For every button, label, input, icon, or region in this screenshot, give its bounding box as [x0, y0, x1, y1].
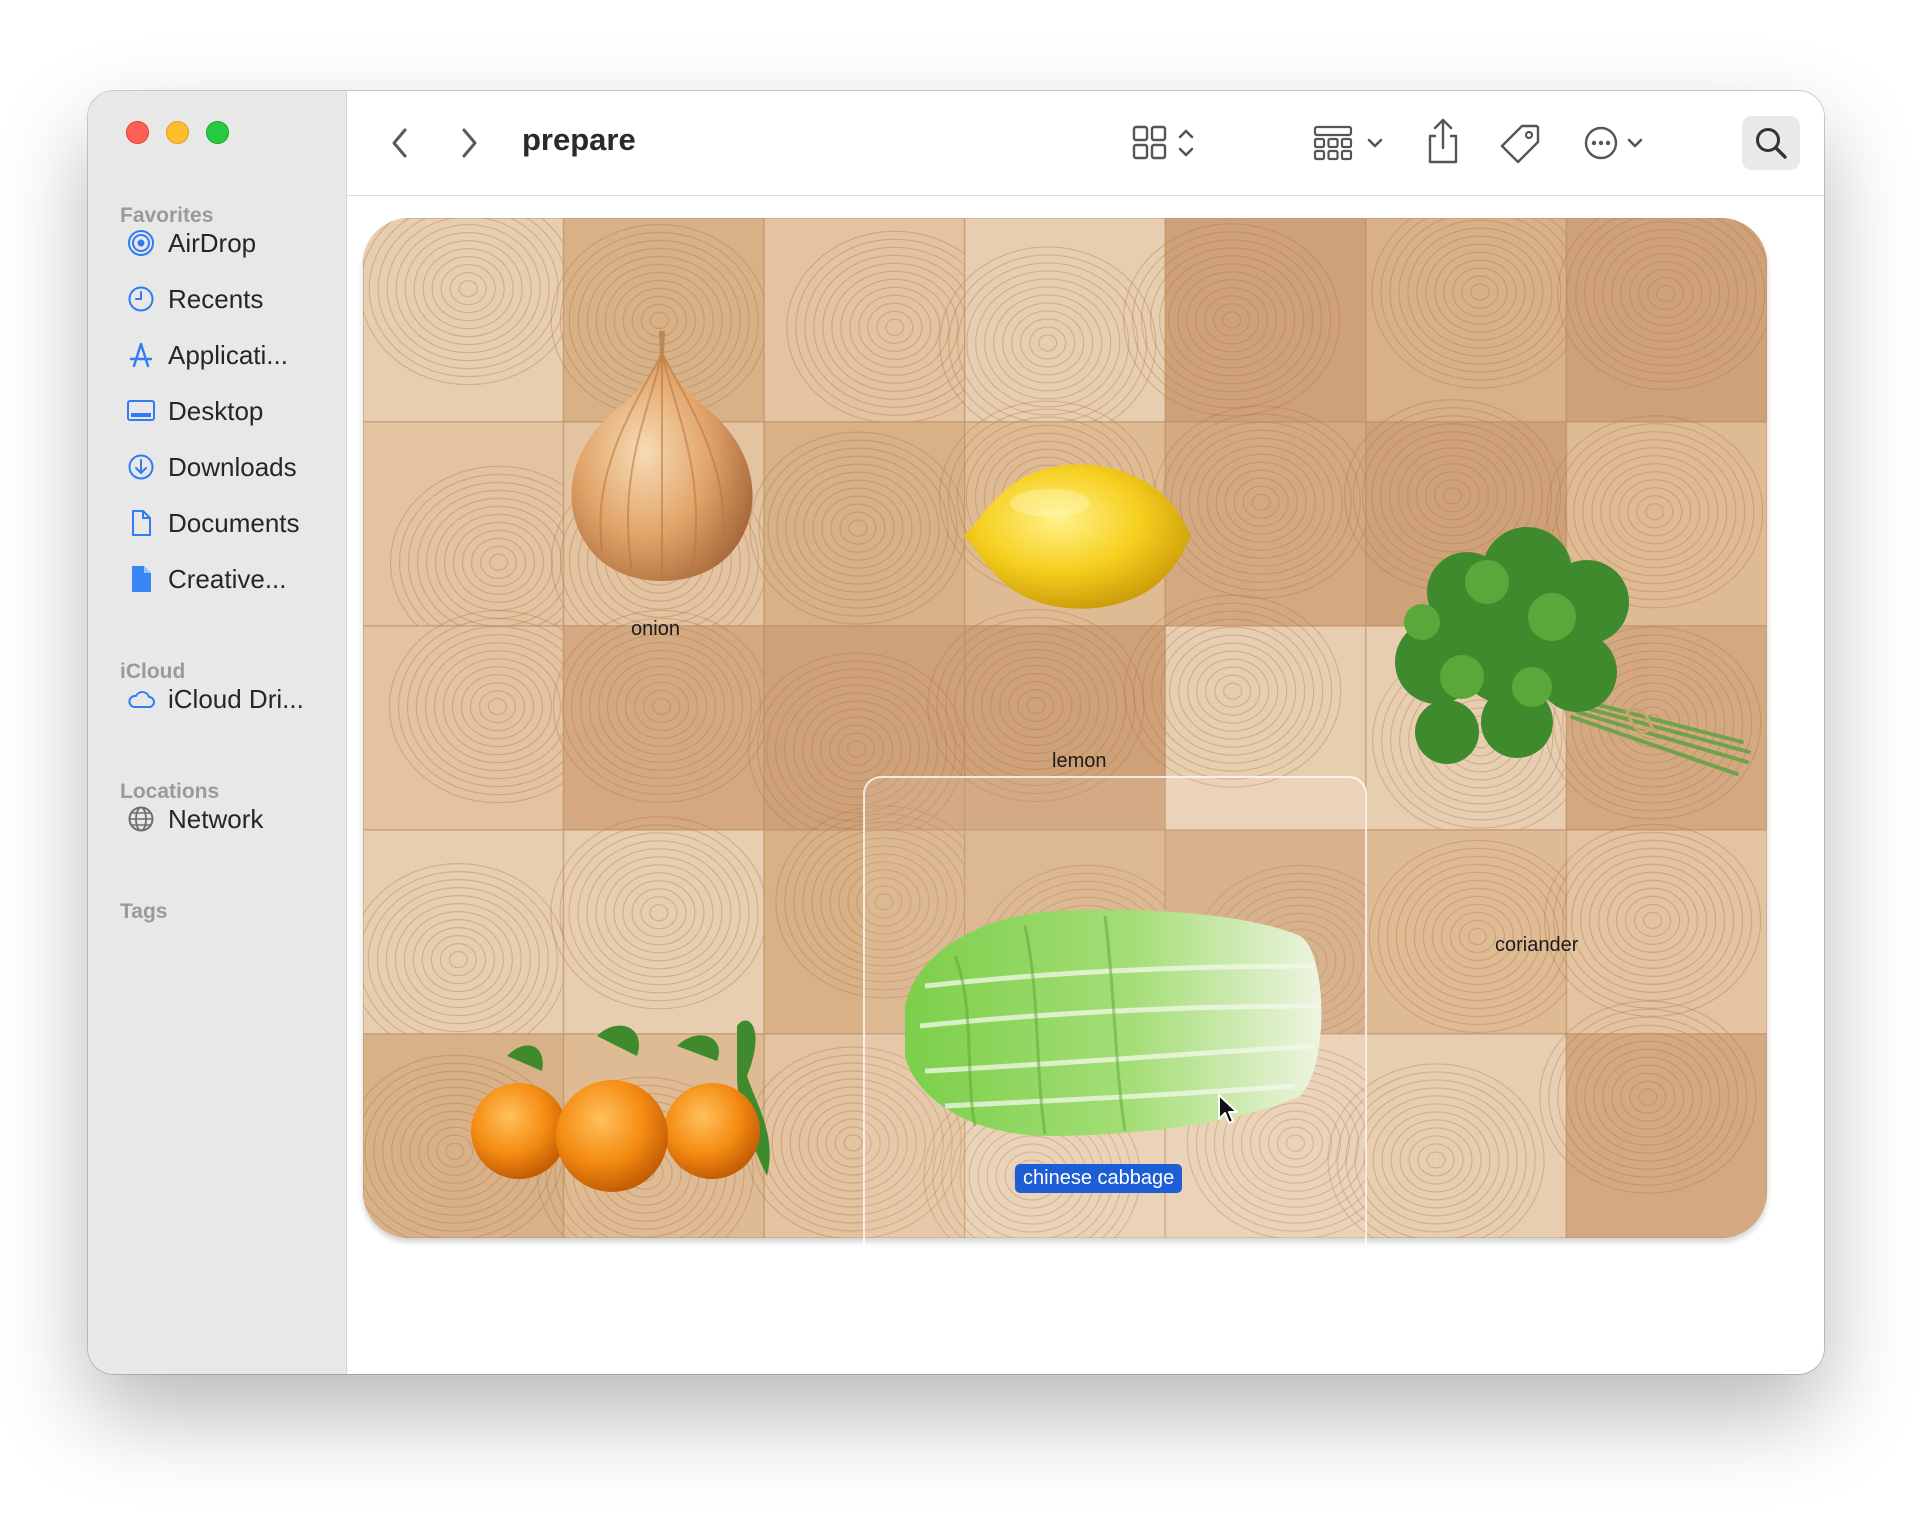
view-mode-button[interactable] — [1132, 121, 1200, 165]
more-actions-button[interactable] — [1583, 121, 1653, 165]
onion-icon — [571, 331, 753, 581]
sidebar-item-label: Documents — [168, 507, 300, 538]
desktop-icon — [127, 400, 155, 421]
file-item-tangerine[interactable]: tangerine — [447, 1016, 787, 1374]
share-button[interactable] — [1423, 115, 1463, 169]
sidebar-item-documents[interactable]: Documents — [126, 503, 300, 543]
sidebar-item-label: Network — [168, 803, 264, 834]
file-label-coriander: coriander — [1495, 934, 1579, 956]
sidebar-item-airdrop[interactable]: AirDrop — [126, 223, 256, 263]
file-label-chinese-cabbage: chinese cabbage — [1015, 1164, 1183, 1193]
sidebar-item-label: Desktop — [168, 395, 264, 426]
tangerine-icon — [471, 1020, 770, 1192]
file-icon — [132, 566, 151, 592]
cursor-arrow-icon — [1218, 1094, 1238, 1124]
sidebar: Favorites AirDrop Recents Applicati... D… — [88, 91, 347, 1374]
file-item-onion[interactable]: onion — [547, 326, 777, 746]
sidebar-item-network[interactable]: Network — [126, 799, 263, 839]
group-icon — [1313, 125, 1383, 161]
forward-button[interactable] — [454, 125, 484, 161]
document-icon — [132, 510, 151, 536]
cabbage-icon — [905, 909, 1322, 1136]
file-item-coriander[interactable]: coriander — [1377, 512, 1757, 956]
close-button[interactable] — [126, 121, 149, 144]
sidebar-item-downloads[interactable]: Downloads — [126, 447, 297, 487]
share-icon — [1428, 118, 1458, 164]
sidebar-item-creative[interactable]: Creative... — [126, 559, 287, 599]
file-content-area[interactable]: onion lemon coriander chinese cabbage — [347, 196, 1824, 1374]
chevron-left-icon — [392, 128, 407, 158]
ellipsis-circle-icon — [1584, 126, 1643, 160]
zoom-button[interactable] — [206, 121, 229, 144]
applications-icon — [129, 342, 153, 368]
globe-icon — [128, 806, 154, 832]
toolbar: prepare — [347, 91, 1824, 196]
airdrop-icon — [128, 230, 154, 256]
sidebar-item-label: AirDrop — [168, 227, 257, 258]
search-button[interactable] — [1742, 116, 1800, 170]
tag-button[interactable] — [1499, 121, 1543, 165]
cloud-icon — [128, 691, 155, 708]
sidebar-heading-tags[interactable]: Tags — [120, 900, 167, 924]
coriander-icon — [1395, 527, 1751, 776]
sidebar-item-recents[interactable]: Recents — [126, 279, 263, 319]
sidebar-item-label: Recents — [168, 283, 264, 314]
back-button[interactable] — [385, 125, 415, 161]
search-icon — [1756, 128, 1787, 159]
minimize-button[interactable] — [166, 121, 189, 144]
sidebar-item-icloud-drive[interactable]: iCloud Dri... — [126, 679, 304, 719]
download-icon — [128, 454, 154, 480]
sidebar-item-desktop[interactable]: Desktop — [126, 391, 263, 431]
sidebar-item-label: Applicati... — [168, 339, 288, 370]
clock-icon — [128, 286, 154, 312]
sidebar-item-label: Creative... — [168, 563, 287, 594]
sidebar-item-label: iCloud Dri... — [168, 683, 304, 714]
window-title: prepare — [522, 122, 636, 157]
file-item-chinese-cabbage[interactable]: chinese cabbage — [895, 896, 1335, 1316]
lemon-icon — [963, 464, 1191, 609]
group-button[interactable] — [1313, 121, 1389, 165]
icon-view-icon — [1132, 125, 1194, 160]
file-label-onion: onion — [631, 618, 680, 640]
mouse-cursor — [1217, 1093, 1241, 1132]
sidebar-item-applications[interactable]: Applicati... — [126, 335, 288, 375]
finder-window: Favorites AirDrop Recents Applicati... D… — [88, 91, 1824, 1374]
sidebar-item-label: Downloads — [168, 451, 297, 482]
tag-icon — [1500, 124, 1540, 164]
chevron-right-icon — [462, 128, 477, 158]
file-label-lemon: lemon — [1052, 750, 1107, 772]
window-controls — [126, 121, 229, 144]
